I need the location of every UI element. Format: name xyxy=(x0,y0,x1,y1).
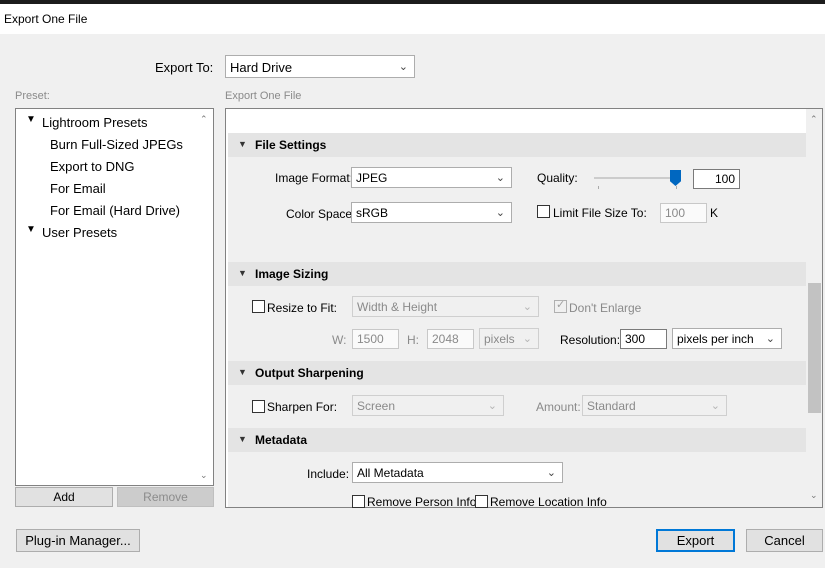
section-header-file-settings[interactable]: ▼ File Settings xyxy=(228,133,806,157)
slider-tick xyxy=(598,186,599,189)
resize-to-fit-checkbox[interactable] xyxy=(252,300,265,313)
remove-location-info-checkbox[interactable] xyxy=(475,495,488,508)
section-title: Image Sizing xyxy=(255,267,329,281)
include-value: All Metadata xyxy=(357,466,424,480)
sharpen-for-checkbox[interactable] xyxy=(252,400,265,413)
remove-location-info-label: Remove Location Info xyxy=(490,495,607,509)
remove-person-info-checkbox[interactable] xyxy=(352,495,365,508)
resolution-input[interactable]: 300 xyxy=(620,329,667,349)
plugin-manager-button[interactable]: Plug-in Manager... xyxy=(16,529,140,552)
width-label: W: xyxy=(332,333,347,347)
amount-select[interactable]: Standard ⌄ xyxy=(582,395,727,416)
include-label: Include: xyxy=(307,467,350,481)
export-to-select[interactable]: Hard Drive ⌄ xyxy=(225,55,415,78)
sharpen-for-value: Screen xyxy=(357,399,396,413)
height-label: H: xyxy=(407,333,419,347)
scroll-up-icon[interactable]: ⌃ xyxy=(810,114,818,125)
preset-item[interactable]: For Email xyxy=(50,181,106,196)
limit-file-size-label: Limit File Size To: xyxy=(553,206,647,220)
quality-slider-track[interactable] xyxy=(594,177,679,179)
amount-value: Standard xyxy=(587,399,636,413)
triangle-down-icon[interactable]: ▼ xyxy=(26,224,36,235)
cancel-button[interactable]: Cancel xyxy=(746,529,823,552)
scroll-down-icon[interactable]: ⌄ xyxy=(810,490,818,501)
preset-item[interactable]: Burn Full-Sized JPEGs xyxy=(50,137,183,152)
chevron-down-icon: ⌄ xyxy=(495,172,505,184)
section-header-image-sizing[interactable]: ▼ Image Sizing xyxy=(228,262,806,286)
scroll-up-icon[interactable]: ⌃ xyxy=(200,114,208,125)
panel-label: Export One File xyxy=(225,90,302,102)
section-title: Output Sharpening xyxy=(255,366,364,380)
remove-person-info-label: Remove Person Info xyxy=(367,495,477,509)
export-to-value: Hard Drive xyxy=(230,60,293,75)
section-title: File Settings xyxy=(255,138,327,152)
limit-file-size-checkbox[interactable] xyxy=(537,205,550,218)
chevron-down-icon: ⌄ xyxy=(522,333,532,345)
triangle-down-icon: ▼ xyxy=(238,434,247,444)
chevron-down-icon: ⌄ xyxy=(487,400,497,412)
export-button[interactable]: Export xyxy=(656,529,735,552)
dont-enlarge-checkbox[interactable] xyxy=(554,298,567,313)
include-select[interactable]: All Metadata ⌄ xyxy=(352,462,563,483)
resolution-units-value: pixels per inch xyxy=(677,332,754,346)
color-space-select[interactable]: sRGB ⌄ xyxy=(351,202,512,223)
resize-mode-value: Width & Height xyxy=(357,300,438,314)
image-format-select[interactable]: JPEG ⌄ xyxy=(351,167,512,188)
resolution-units-select[interactable]: pixels per inch ⌄ xyxy=(672,328,782,349)
width-input[interactable]: 1500 xyxy=(352,329,399,349)
preset-group-user[interactable]: User Presets xyxy=(42,225,117,240)
add-preset-button[interactable]: Add xyxy=(15,487,113,507)
triangle-down-icon: ▼ xyxy=(238,139,247,149)
preset-item[interactable]: For Email (Hard Drive) xyxy=(50,203,180,218)
sharpen-for-label: Sharpen For: xyxy=(267,400,338,414)
amount-label: Amount: xyxy=(536,400,581,414)
image-format-label: Image Format: xyxy=(275,171,354,185)
color-space-value: sRGB xyxy=(356,206,389,220)
limit-file-size-unit: K xyxy=(710,206,719,220)
size-units-select[interactable]: pixels ⌄ xyxy=(479,328,539,349)
chevron-down-icon: ⌄ xyxy=(398,61,408,73)
sharpen-for-select[interactable]: Screen ⌄ xyxy=(352,395,504,416)
chevron-down-icon: ⌄ xyxy=(495,207,505,219)
triangle-down-icon[interactable]: ▼ xyxy=(26,114,36,125)
chevron-down-icon: ⌄ xyxy=(710,400,720,412)
scroll-down-icon[interactable]: ⌄ xyxy=(200,470,208,481)
chevron-down-icon: ⌄ xyxy=(546,467,556,479)
triangle-down-icon: ▼ xyxy=(238,367,247,377)
section-title: Metadata xyxy=(255,433,308,447)
resize-to-fit-label: Resize to Fit: xyxy=(267,301,338,315)
window-title: Export One File xyxy=(4,12,88,26)
preset-item[interactable]: Export to DNG xyxy=(50,159,135,174)
title-bar: Export One File xyxy=(0,4,825,34)
quality-label: Quality: xyxy=(537,171,578,185)
preset-group-lightroom[interactable]: Lightroom Presets xyxy=(42,115,148,130)
limit-file-size-input[interactable]: 100 xyxy=(660,203,707,223)
slider-tick xyxy=(676,186,677,189)
resolution-label: Resolution: xyxy=(560,333,621,347)
chevron-down-icon: ⌄ xyxy=(765,333,775,345)
export-to-label: Export To: xyxy=(155,60,214,75)
panel-scrollbar-thumb[interactable] xyxy=(808,283,821,413)
size-units-value: pixels xyxy=(484,332,515,346)
preset-label: Preset: xyxy=(15,90,50,102)
quality-input[interactable]: 100 xyxy=(693,169,740,189)
remove-preset-button[interactable]: Remove xyxy=(117,487,214,507)
triangle-down-icon: ▼ xyxy=(238,268,247,278)
section-header-metadata[interactable]: ▼ Metadata xyxy=(228,428,806,452)
dont-enlarge-label: Don't Enlarge xyxy=(569,301,642,315)
color-space-label: Color Space: xyxy=(286,207,356,221)
chevron-down-icon: ⌄ xyxy=(522,301,532,313)
section-header-output-sharpening[interactable]: ▼ Output Sharpening xyxy=(228,361,806,385)
height-input[interactable]: 2048 xyxy=(427,329,474,349)
resize-mode-select[interactable]: Width & Height ⌄ xyxy=(352,296,539,317)
image-format-value: JPEG xyxy=(356,171,388,185)
